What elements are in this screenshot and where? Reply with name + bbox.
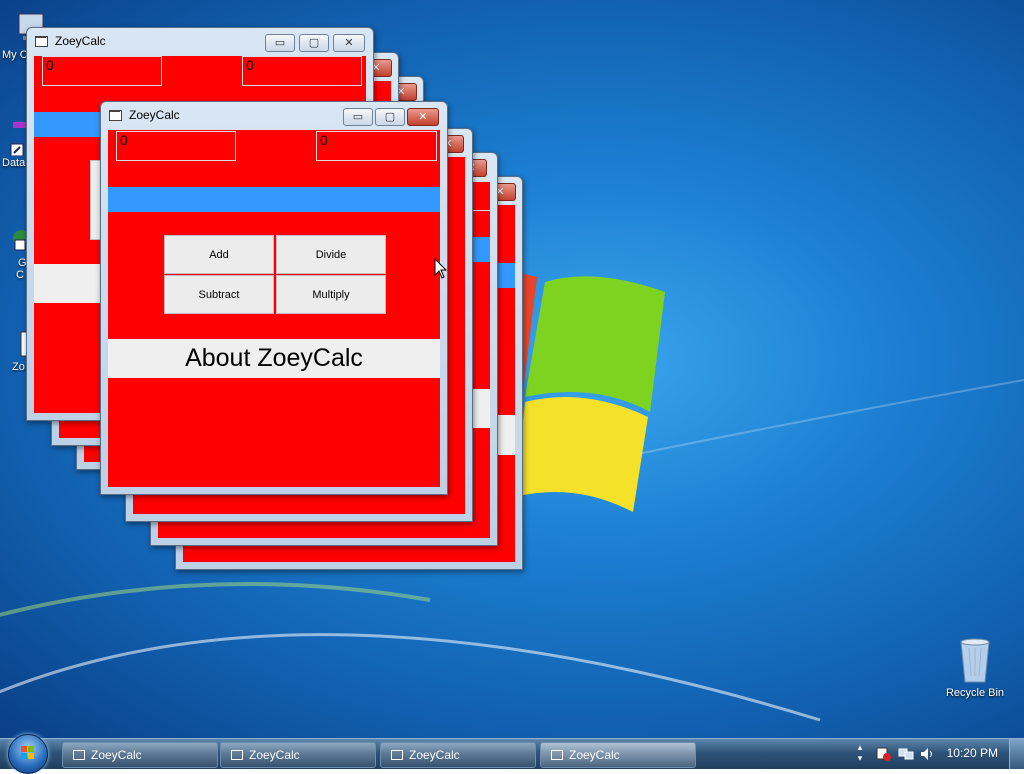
recycle-bin-label: Recycle Bin	[945, 687, 1005, 699]
start-button[interactable]	[8, 734, 48, 774]
close-icon: ✕	[344, 36, 354, 49]
app-window-icon	[391, 750, 403, 760]
clock[interactable]: 10:20 PM	[947, 746, 998, 760]
maximize-button[interactable]: ▢	[375, 108, 405, 126]
taskbar-item-zoeycalc[interactable]: ZoeyCalc	[220, 742, 376, 768]
maximize-icon: ▢	[308, 36, 320, 49]
app-window-icon	[73, 750, 85, 760]
desktop-icon-recycle-bin[interactable]: Recycle Bin	[940, 636, 1010, 699]
shortcut-icon	[10, 122, 27, 157]
minimize-icon: ▭	[274, 36, 286, 49]
app-window-icon	[551, 750, 563, 760]
show-desktop-button[interactable]	[1009, 739, 1024, 769]
network-icon[interactable]	[898, 747, 914, 761]
about-button[interactable]: About ZoeyCalc	[108, 339, 440, 378]
windows-logo-icon	[21, 746, 34, 759]
number-input-1[interactable]: 0	[116, 131, 236, 161]
window-title: ZoeyCalc	[129, 108, 180, 122]
recycle-bin-icon	[960, 638, 990, 683]
volume-icon[interactable]	[920, 747, 936, 761]
number-input-2[interactable]: 0	[242, 56, 362, 86]
taskbar: ZoeyCalc ZoeyCalc ZoeyCalc ZoeyCalc ▴ ▾ 1…	[0, 734, 1024, 774]
app-window-icon	[231, 750, 243, 760]
number-input-2[interactable]: 0	[316, 131, 437, 161]
title-bar[interactable]: ZoeyCalc ▭ ▢ ✕	[101, 102, 447, 130]
divide-button[interactable]: Divide	[276, 235, 386, 274]
title-bar[interactable]: ZoeyCalc ▭ ▢ ✕	[27, 28, 373, 56]
app-icon	[20, 331, 30, 357]
taskbar-item-zoeycalc-active[interactable]: ZoeyCalc	[540, 742, 696, 768]
multiply-button[interactable]: Multiply	[276, 275, 386, 314]
taskbar-item-zoeycalc[interactable]: ZoeyCalc	[380, 742, 536, 768]
taskbar-item-label: ZoeyCalc	[569, 748, 620, 762]
subtract-button[interactable]: Subtract	[164, 275, 274, 314]
mouse-cursor	[434, 258, 448, 279]
accent-bar	[108, 187, 440, 212]
app-window-icon	[109, 110, 122, 121]
calc-window-front[interactable]: ZoeyCalc ▭ ▢ ✕ 0 0 Add Divide Subtract M…	[100, 101, 448, 495]
minimize-button[interactable]: ▭	[343, 108, 373, 126]
close-button[interactable]: ✕	[407, 108, 439, 126]
app-icon	[13, 230, 29, 251]
action-center-icon[interactable]	[876, 747, 892, 761]
taskbar-item-label: ZoeyCalc	[249, 748, 300, 762]
taskbar-item-zoeycalc[interactable]: ZoeyCalc	[62, 742, 218, 768]
close-icon: ✕	[418, 110, 428, 123]
add-button[interactable]: Add	[164, 235, 274, 274]
window-title: ZoeyCalc	[55, 34, 106, 48]
taskbar-item-label: ZoeyCalc	[409, 748, 460, 762]
minimize-icon: ▭	[352, 110, 364, 123]
windows-logo-wallpaper	[515, 272, 665, 512]
maximize-icon: ▢	[384, 110, 396, 123]
show-hidden-icons-button[interactable]: ▴ ▾	[854, 743, 866, 765]
client-area: 0 0 Add Divide Subtract Multiply About Z…	[108, 130, 440, 487]
system-tray: ▴ ▾ 10:20 PM	[854, 739, 1024, 769]
maximize-button[interactable]: ▢	[299, 34, 329, 52]
minimize-button[interactable]: ▭	[265, 34, 295, 52]
app-window-icon	[35, 36, 48, 47]
number-input-1[interactable]: 0	[42, 56, 162, 86]
taskbar-item-label: ZoeyCalc	[91, 748, 142, 762]
close-button[interactable]: ✕	[333, 34, 365, 52]
